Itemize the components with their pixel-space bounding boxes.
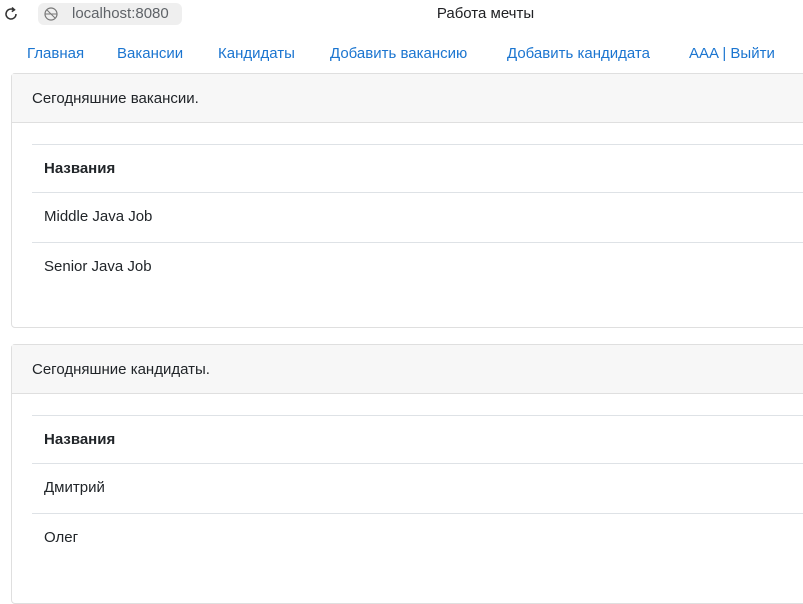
candidates-table: Названия Дмитрий Олег — [32, 415, 803, 562]
nav-add-candidate[interactable]: Добавить кандидата — [507, 45, 650, 62]
nav-add-vacancy[interactable]: Добавить вакансию — [330, 45, 467, 62]
candidates-table-header: Названия — [32, 415, 803, 464]
table-row: Senior Java Job — [32, 242, 803, 291]
top-navbar: Главная Вакансии Кандидаты Добавить вака… — [0, 34, 803, 72]
nav-home[interactable]: Главная — [27, 45, 84, 62]
vacancies-card-header: Сегодняшние вакансии. — [12, 74, 803, 123]
table-row: Дмитрий — [44, 479, 105, 496]
vacancies-table-header: Названия — [32, 144, 803, 193]
nav-candidates[interactable]: Кандидаты — [218, 45, 295, 62]
table-row: Middle Java Job — [44, 208, 153, 225]
nav-logout[interactable]: AAA | Выйти — [689, 45, 775, 62]
candidates-card: Сегодняшние кандидаты. Названия Дмитрий … — [11, 344, 803, 604]
nav-vacancies[interactable]: Вакансии — [117, 45, 183, 62]
vacancies-card: Сегодняшние вакансии. Названия Middle Ja… — [11, 73, 803, 328]
vacancies-table: Названия Middle Java Job Senior Java Job — [32, 144, 803, 291]
page-title: Работа мечты — [436, 5, 535, 22]
table-row: Олег — [32, 513, 803, 562]
browser-toolbar: localhost:8080 Работа мечты — [0, 0, 803, 30]
candidates-card-header: Сегодняшние кандидаты. — [12, 345, 803, 394]
